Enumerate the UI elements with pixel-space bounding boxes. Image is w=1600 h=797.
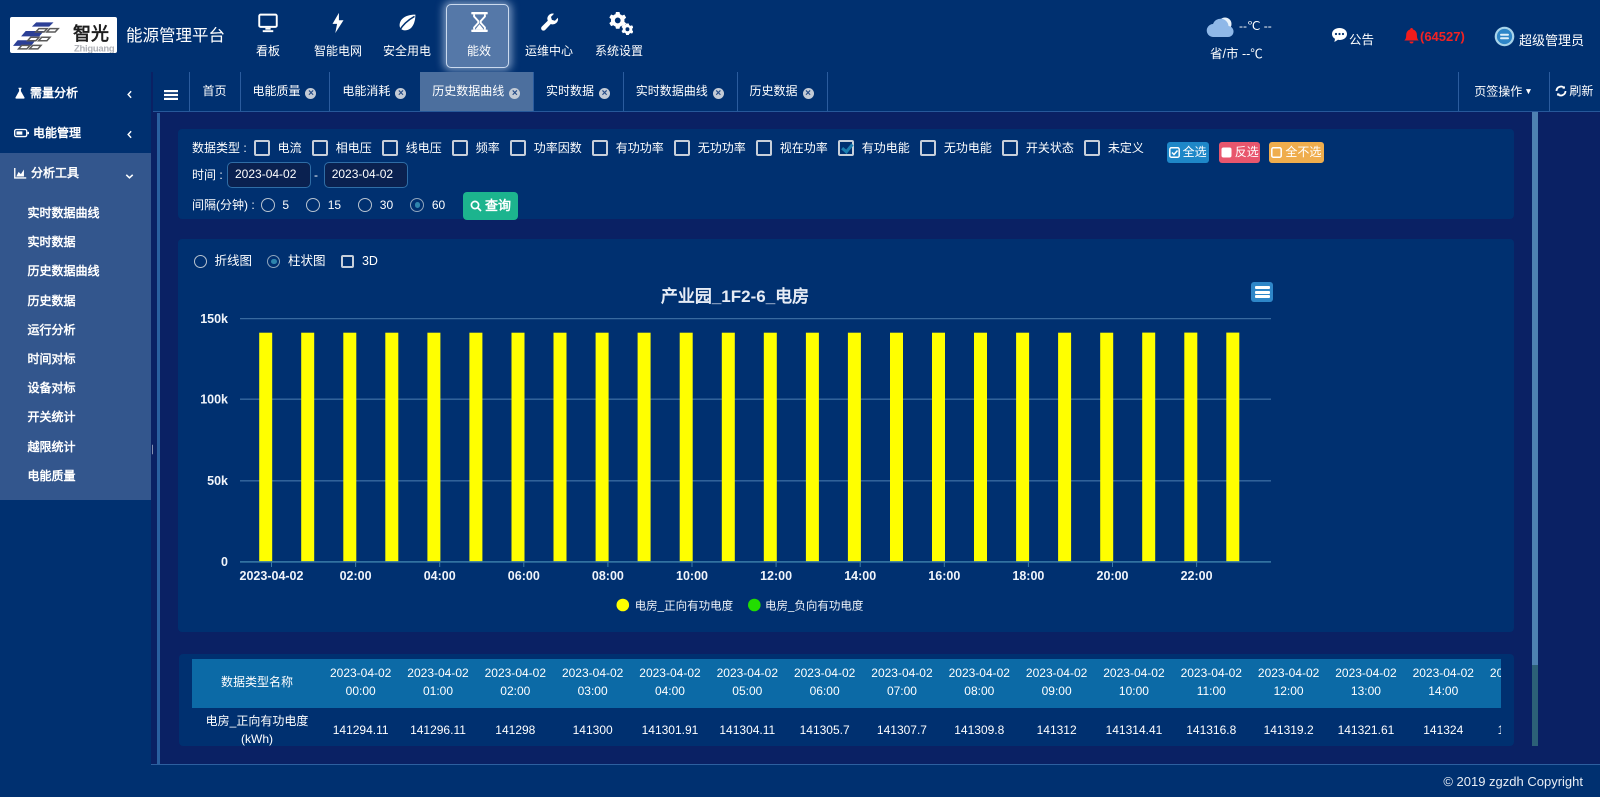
svg-text:Zhiguang: Zhiguang [74,44,115,54]
svg-text:100k: 100k [200,393,228,407]
svg-text:12:00: 12:00 [760,569,792,583]
svg-text:0: 0 [221,555,228,569]
svg-text:18:00: 18:00 [1012,569,1044,583]
svg-text:电房_负向有功电度: 电房_负向有功电度 [765,599,864,613]
svg-text:04:00: 04:00 [424,569,456,583]
svg-text:14:00: 14:00 [844,569,876,583]
svg-text:02:00: 02:00 [340,569,372,583]
svg-text:06:00: 06:00 [508,569,540,583]
svg-text:电房_正向有功电度: 电房_正向有功电度 [635,599,734,613]
svg-text:08:00: 08:00 [592,569,624,583]
svg-text:16:00: 16:00 [928,569,960,583]
svg-text:150k: 150k [200,312,228,326]
svg-text:智光: 智光 [73,23,109,44]
svg-text:20:00: 20:00 [1097,569,1129,583]
svg-text:22:00: 22:00 [1181,569,1213,583]
svg-text:10:00: 10:00 [676,569,708,583]
svg-text:2023-04-02: 2023-04-02 [240,569,304,583]
svg-text:50k: 50k [207,474,228,488]
